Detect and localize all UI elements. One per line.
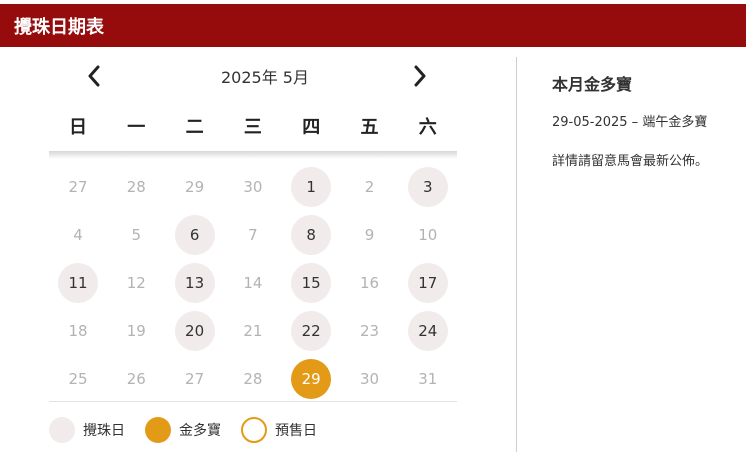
day-cell-outside-month: 27	[68, 178, 88, 196]
legend-label-gold: 金多寶	[179, 423, 221, 439]
day-cell-race[interactable]: 13	[174, 263, 215, 303]
day-cell: 16	[359, 274, 380, 292]
day-cell: 23	[359, 322, 380, 340]
day-cell: 7	[248, 226, 258, 244]
day-cell: 27	[185, 370, 205, 388]
day-cell-outside-month: 28	[126, 178, 146, 196]
weekday-label: 五	[360, 117, 379, 138]
month-title: 2025年 5月	[221, 68, 309, 87]
day-cell: 18	[68, 322, 88, 340]
info-note: 詳情請留意馬會最新公佈。	[552, 154, 709, 169]
gold-swatch	[145, 417, 171, 443]
legend-divider	[49, 401, 457, 402]
legend-label-presale: 預售日	[275, 423, 317, 439]
day-cell-race[interactable]: 24	[407, 311, 448, 351]
header-shadow	[49, 151, 457, 159]
next-month-button[interactable]	[408, 63, 432, 89]
day-cell-race[interactable]: 11	[58, 263, 98, 303]
day-cell-race[interactable]: 3	[407, 167, 448, 207]
day-cell: 10	[418, 226, 438, 244]
day-cell-race[interactable]: 22	[291, 311, 332, 351]
day-cell-race[interactable]: 1	[291, 167, 332, 207]
day-cell: 21	[243, 322, 263, 340]
weekday-label: 四	[302, 117, 321, 138]
info-title: 本月金多寶	[552, 75, 633, 94]
day-cell: 25	[68, 370, 88, 388]
day-grid: 27 28 29 30 1 2 3 4 5 6 7 8 9 10 11 12 13 14 15 16 17 18 19 20 2…	[49, 159, 457, 405]
day-cell-race[interactable]: 15	[291, 263, 332, 303]
day-cell: 12	[126, 274, 146, 292]
chevron-left-icon	[88, 65, 100, 87]
day-cell: 2	[364, 178, 375, 196]
weekday-header: 日一二三四五六	[49, 113, 457, 143]
presale-swatch	[241, 417, 267, 443]
day-cell: 19	[126, 322, 146, 340]
day-cell: 5	[131, 226, 142, 244]
day-cell: 14	[243, 274, 263, 292]
day-cell: 9	[364, 226, 375, 244]
weekday-label: 三	[243, 117, 262, 138]
weekday-label: 二	[185, 117, 204, 138]
page-header: 攪珠日期表	[0, 4, 746, 47]
page: 攪珠日期表 2025年 5月 日一二三四五六 27 28 29 30 1 2 3 4 5 6 7 8 9…	[0, 0, 746, 462]
legend-item-presale: 預售日	[241, 417, 317, 443]
weekday-label: 一	[127, 117, 146, 138]
day-cell-race[interactable]: 6	[174, 215, 215, 255]
race-day-swatch	[49, 417, 75, 443]
day-cell-race[interactable]: 17	[407, 263, 448, 303]
weekday-label: 六	[418, 117, 437, 138]
legend-item-gold: 金多寶	[145, 417, 221, 443]
page-title: 攪珠日期表	[14, 16, 104, 38]
legend: 攪珠日 金多寶 預售日	[49, 416, 337, 444]
legend-item-race-day: 攪珠日	[49, 417, 125, 443]
day-cell: 31	[418, 370, 438, 388]
day-cell: 28	[243, 370, 263, 388]
day-cell: 4	[73, 226, 83, 244]
legend-label-race-day: 攪珠日	[83, 423, 125, 439]
day-cell-outside-month: 29	[185, 178, 205, 196]
day-cell: 30	[359, 370, 380, 388]
day-cell-race[interactable]: 8	[291, 215, 332, 255]
day-cell-gold[interactable]: 29	[291, 359, 332, 399]
day-cell-outside-month: 30	[243, 178, 263, 196]
weekday-label: 日	[69, 117, 87, 138]
day-cell: 26	[126, 370, 146, 388]
calendar: 2025年 5月 日一二三四五六 27 28 29 30 1 2 3 4 5 6 7 8 9 10 11 12…	[0, 47, 516, 462]
info-panel: 本月金多寶 29-05-2025 – 端午金多寶 詳情請留意馬會最新公佈。	[552, 71, 746, 169]
prev-month-button[interactable]	[82, 63, 106, 89]
chevron-right-icon	[414, 65, 426, 87]
info-entry: 29-05-2025 – 端午金多寶	[552, 115, 708, 130]
panel-divider	[516, 57, 517, 452]
day-cell-race[interactable]: 20	[174, 311, 215, 351]
